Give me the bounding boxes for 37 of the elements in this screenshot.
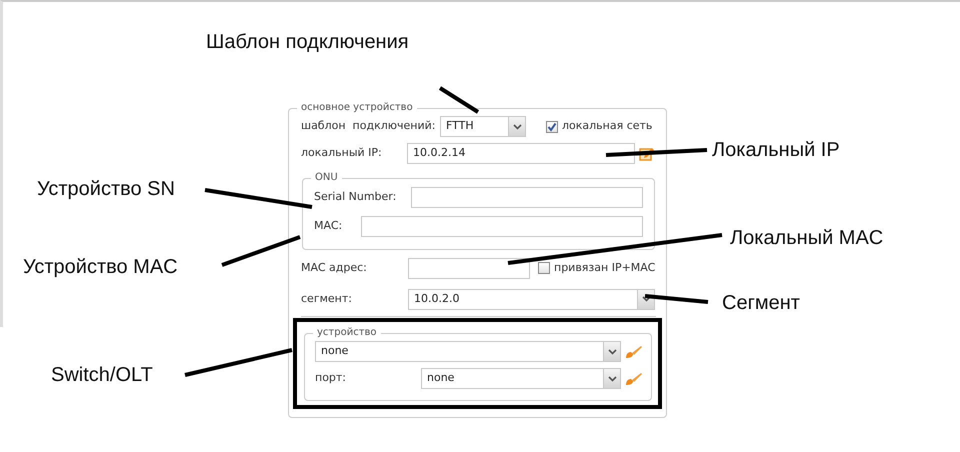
brush-icon[interactable] <box>625 344 643 358</box>
caret-icon <box>642 296 650 302</box>
checkbox-label: локальная сеть <box>562 118 652 134</box>
leader-line <box>644 294 708 304</box>
annotation-label: Сегмент <box>722 293 800 313</box>
field-label: MAC: <box>314 218 344 234</box>
annotation-label: Устройство SN <box>37 179 175 199</box>
group-title: ONU <box>314 173 339 183</box>
group-title: основное устройство <box>300 103 414 113</box>
checkbox[interactable] <box>546 120 558 132</box>
input-field[interactable] <box>361 216 643 237</box>
caret-icon <box>512 124 522 130</box>
annotation-label: Устройство MAC <box>23 257 178 277</box>
caret-icon <box>608 376 616 382</box>
annotation-label: Локальный IP <box>712 140 840 160</box>
input-field[interactable] <box>411 187 643 208</box>
field-label: локальный IP: <box>301 145 383 162</box>
group-title: устройство <box>316 328 378 338</box>
input-field[interactable]: 10.0.2.14 <box>407 143 635 164</box>
field-label: шаблон подключений: <box>301 118 436 134</box>
caret-icon <box>608 348 616 354</box>
annotation-label: Локальный MAC <box>730 228 884 248</box>
field-label: MAC адрес: <box>301 260 368 276</box>
checkbox[interactable] <box>538 262 550 274</box>
field-label: порт: <box>315 370 348 386</box>
annotation-label: Шаблон подключения <box>206 32 409 52</box>
checkbox-label: привязан IP+MAC <box>554 260 656 276</box>
dropdown-field[interactable]: none <box>315 341 621 362</box>
dropdown-field[interactable]: FTTH <box>440 116 526 137</box>
leader-line <box>438 86 480 114</box>
brush-icon[interactable] <box>625 372 643 386</box>
annotation-label: Switch/OLT <box>51 365 153 385</box>
dropdown-field[interactable]: 10.0.2.0 <box>408 288 655 310</box>
dropdown-field[interactable]: none <box>421 368 621 389</box>
field-label: Serial Number: <box>314 189 398 206</box>
field-label: сегмент: <box>301 290 353 307</box>
input-field[interactable] <box>408 258 530 278</box>
